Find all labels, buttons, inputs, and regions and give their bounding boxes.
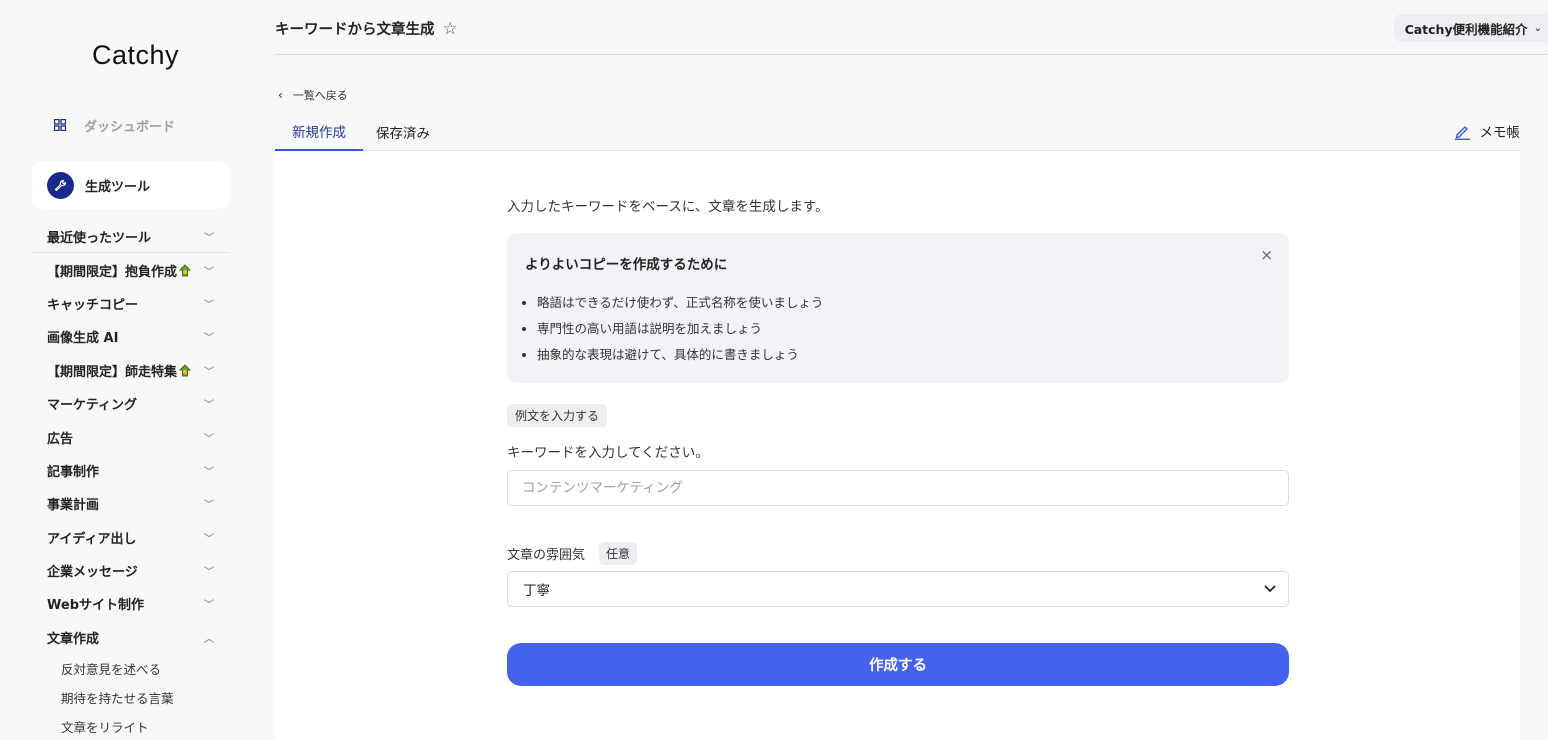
sidebar-item-label: 画像生成 AI — [47, 331, 119, 347]
sidebar-subitem-counterargument[interactable]: 反対意見を述べる — [32, 654, 230, 683]
new-badge-icon — [178, 364, 192, 377]
tab-new[interactable]: 新規作成 — [275, 113, 363, 151]
list-item: 抽象的な表現は避けて、具体的に書きましょう — [537, 345, 823, 371]
main-panel: 入力したキーワードをベースに、文章を生成します。 よりよいコピーを作成するために… — [275, 151, 1520, 740]
sidebar-item-corporate-message[interactable]: 企業メッセージ ﹀ — [32, 554, 230, 587]
header-divider — [275, 54, 1548, 55]
sidebar-item-writing[interactable]: 文章作成 ︿ — [32, 621, 230, 654]
sidebar-item-label: Webサイト制作 — [47, 598, 144, 614]
sidebar-subitem-hopeful-words[interactable]: 期待を持たせる言葉 — [32, 683, 230, 712]
intro-text: 入力したキーワードをベースに、文章を生成します。 — [507, 199, 829, 215]
back-link[interactable]: ‹ 一覧へ戻る — [278, 87, 348, 103]
chevron-down-icon: ﹀ — [204, 500, 214, 512]
star-icon[interactable]: ☆ — [443, 19, 458, 39]
sidebar-item-label: 最近使ったツール — [47, 230, 152, 246]
chevron-down-icon: ﹀ — [204, 433, 214, 445]
close-icon[interactable]: × — [1260, 246, 1273, 264]
chevron-up-icon: ︿ — [204, 633, 214, 645]
chevron-left-icon: ‹ — [278, 88, 283, 102]
sidebar: Catchy ダッシュボード 生成ツール 最近使ったツール ﹀ 【期間限定】抱負… — [0, 0, 260, 740]
insert-example-button[interactable]: 例文を入力する — [507, 404, 608, 427]
chevron-down-icon: ﹀ — [204, 600, 214, 612]
keyword-label: キーワードを入力してください。 — [507, 445, 709, 461]
sidebar-item-label: マーケティング — [47, 398, 137, 414]
pencil-icon — [1454, 125, 1470, 140]
page-title-text: キーワードから文章生成 — [275, 22, 435, 38]
sidebar-item-label: 記事制作 — [47, 464, 100, 480]
sidebar-item-label-wrap: 【期間限定】抱負作成 — [47, 261, 192, 280]
chevron-down-icon: ﹀ — [204, 567, 214, 579]
mood-select[interactable]: 丁寧 — [507, 571, 1289, 607]
sidebar-item-label: 【期間限定】師走特集 — [47, 364, 178, 380]
tips-list: 略語はできるだけ使わず、正式名称を使いましょう 専門性の高い用語は説明を加えまし… — [537, 293, 823, 371]
optional-badge: 任意 — [599, 542, 638, 565]
dashboard-icon — [46, 111, 74, 139]
sidebar-item-label: キャッチコピー — [47, 297, 139, 313]
submit-button[interactable]: 作成する — [507, 643, 1289, 686]
chevron-down-icon: ﹀ — [204, 299, 214, 311]
sidebar-item-label: 広告 — [47, 431, 74, 447]
keyword-input[interactable] — [507, 470, 1289, 506]
wrench-icon — [47, 171, 74, 199]
back-link-label: 一覧へ戻る — [292, 89, 348, 102]
sidebar-item-label: ダッシュボード — [84, 119, 176, 135]
sidebar-item-label-wrap: 【期間限定】師走特集 — [47, 361, 192, 380]
mood-label-text: 文章の雰囲気 — [507, 548, 586, 563]
chevron-down-icon: ﹀ — [204, 533, 214, 545]
sidebar-item-ads[interactable]: 広告 ﹀ — [32, 420, 230, 453]
sidebar-item-label: アイディア出し — [47, 531, 137, 547]
chevron-down-icon: ⌄ — [1533, 22, 1542, 34]
sidebar-item-articles[interactable]: 記事制作 ﹀ — [32, 454, 230, 487]
tips-box: よりよいコピーを作成するために × 略語はできるだけ使わず、正式名称を使いましょ… — [507, 233, 1289, 383]
sidebar-item-label: 【期間限定】抱負作成 — [47, 264, 178, 280]
chevron-down-icon: ﹀ — [204, 366, 214, 378]
sidebar-item-ideas[interactable]: アイディア出し ﹀ — [32, 521, 230, 554]
workspace-select[interactable]: Catchy便利機能紹介 ⌄ — [1393, 14, 1548, 42]
sidebar-item-label: 事業計画 — [47, 498, 100, 514]
sidebar-item-year-end-special[interactable]: 【期間限定】師走特集 ﹀ — [32, 354, 230, 387]
new-badge-icon — [178, 263, 192, 277]
chevron-down-icon: ﹀ — [204, 333, 214, 345]
chevron-down-icon: ﹀ — [204, 232, 214, 244]
chevron-down-icon — [1264, 585, 1276, 592]
sidebar-item-label: 文章作成 — [47, 631, 100, 647]
sidebar-item-recent-tools[interactable]: 最近使ったツール ﹀ — [32, 220, 230, 254]
sidebar-item-website[interactable]: Webサイト制作 ﹀ — [32, 587, 230, 620]
sidebar-subitem-rewrite[interactable]: 文章をリライト — [32, 712, 230, 740]
memo-label: メモ帳 — [1479, 125, 1521, 141]
memo-button[interactable]: メモ帳 — [1454, 113, 1521, 149]
page-title: キーワードから文章生成 ☆ — [275, 18, 458, 39]
chevron-down-icon: ﹀ — [204, 400, 214, 412]
sidebar-item-label: 企業メッセージ — [47, 565, 138, 581]
sidebar-item-marketing[interactable]: マーケティング ﹀ — [32, 387, 230, 420]
list-item: 専門性の高い用語は説明を加えましょう — [537, 319, 823, 345]
sidebar-menu: 最近使ったツール ﹀ 【期間限定】抱負作成 ﹀ キャッチコピー ﹀ 画像生成 A… — [32, 220, 230, 740]
tab-bar: 新規作成 保存済み メモ帳 — [275, 113, 1520, 151]
workspace-name: Catchy便利機能紹介 — [1404, 21, 1528, 37]
sidebar-item-dashboard[interactable]: ダッシュボード — [46, 112, 175, 138]
chevron-down-icon: ﹀ — [204, 466, 214, 478]
sidebar-item-label: 生成ツール — [85, 179, 151, 195]
mood-label: 文章の雰囲気 任意 — [507, 542, 638, 565]
sidebar-item-image-ai[interactable]: 画像生成 AI ﹀ — [32, 320, 230, 353]
tips-title: よりよいコピーを作成するために — [525, 257, 728, 273]
sidebar-item-gen-tools[interactable]: 生成ツール — [32, 161, 230, 209]
list-item: 略語はできるだけ使わず、正式名称を使いましょう — [537, 293, 823, 319]
sidebar-item-business-plan[interactable]: 事業計画 ﹀ — [32, 487, 230, 520]
app-logo[interactable]: Catchy — [92, 40, 179, 71]
mood-selected-value: 丁寧 — [523, 583, 550, 599]
tab-saved[interactable]: 保存済み — [376, 113, 430, 151]
sidebar-item-catch-copy[interactable]: キャッチコピー ﹀ — [32, 287, 230, 320]
header: キーワードから文章生成 ☆ Catchy便利機能紹介 ⌄ — [260, 0, 1548, 56]
sidebar-item-new-year-resolution[interactable]: 【期間限定】抱負作成 ﹀ — [32, 253, 230, 286]
chevron-down-icon: ﹀ — [204, 266, 214, 278]
